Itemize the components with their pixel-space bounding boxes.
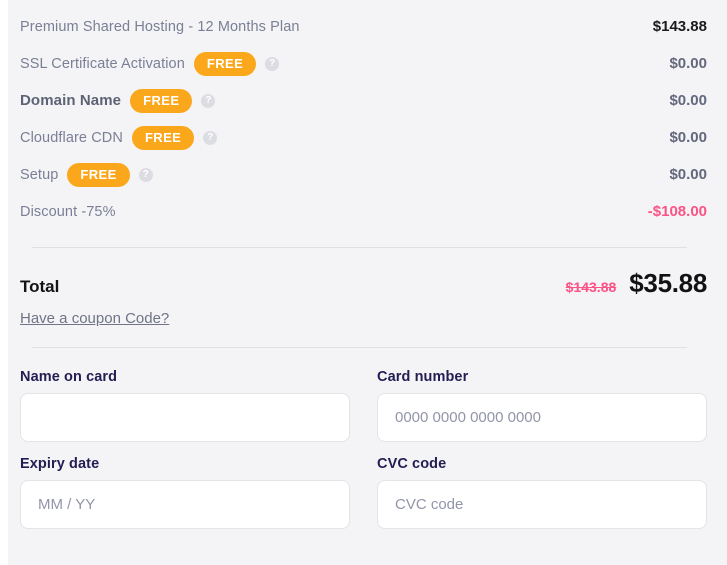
- order-line-item-left: Cloudflare CDN FREE?: [20, 125, 669, 150]
- order-line-item-price: $143.88: [652, 18, 707, 35]
- order-line-item-left: SSL Certificate Activation FREE?: [20, 51, 669, 76]
- field-name-on-card: Name on card: [20, 369, 350, 442]
- free-badge: FREE: [193, 51, 257, 76]
- order-line-item-label: Cloudflare CDN: [20, 129, 123, 146]
- name-on-card-input[interactable]: [20, 393, 350, 442]
- name-on-card-label: Name on card: [20, 369, 118, 385]
- total-row: Total $143.88 $35.88: [20, 248, 707, 299]
- order-line-item-label: Setup: [20, 166, 59, 183]
- coupon-code-link[interactable]: Have a coupon Code?: [20, 310, 169, 327]
- cvc-code-input[interactable]: [377, 480, 707, 529]
- checkout-order-panel: Premium Shared Hosting - 12 Months Plan $…: [8, 0, 727, 565]
- order-line-item-price: -$108.00: [647, 203, 707, 220]
- order-line-item-price: $0.00: [669, 92, 707, 109]
- order-summary-list: Premium Shared Hosting - 12 Months Plan $…: [20, 0, 707, 230]
- field-card-number: Card number: [377, 369, 707, 442]
- card-number-input[interactable]: [377, 393, 707, 442]
- help-question-icon[interactable]: ?: [203, 130, 218, 145]
- order-line-item-price: $0.00: [669, 166, 707, 183]
- order-line-item: Domain Name FREE? $0.00: [20, 82, 707, 119]
- card-number-label: Card number: [377, 369, 469, 385]
- order-line-item-price: $0.00: [669, 55, 707, 72]
- order-line-item-label: Premium Shared Hosting - 12 Months Plan: [20, 18, 300, 35]
- help-question-icon[interactable]: ?: [138, 167, 153, 182]
- order-line-item: Premium Shared Hosting - 12 Months Plan $…: [20, 8, 707, 45]
- total-final-price: $35.88: [629, 268, 707, 298]
- help-question-icon[interactable]: ?: [201, 93, 216, 108]
- order-line-item: Discount -75% -$108.00: [20, 193, 707, 230]
- free-badge: FREE: [131, 125, 195, 150]
- order-line-item-price: $0.00: [669, 129, 707, 146]
- order-line-item-label: SSL Certificate Activation: [20, 55, 185, 72]
- order-line-item-label: Domain Name: [20, 92, 122, 109]
- total-amounts: $143.88 $35.88: [565, 268, 708, 299]
- field-cvc-code: CVC code: [377, 442, 707, 529]
- free-badge: FREE: [130, 88, 193, 113]
- order-line-item: Setup FREE? $0.00: [20, 156, 707, 193]
- free-badge: FREE: [67, 162, 130, 187]
- order-line-item-left: Domain Name FREE?: [20, 88, 669, 113]
- order-line-item-left: Setup FREE?: [20, 162, 669, 187]
- help-question-icon[interactable]: ?: [265, 56, 280, 71]
- card-payment-form: Name on card Card number Expiry date CVC…: [20, 348, 707, 529]
- total-label: Total: [20, 277, 60, 296]
- order-line-item: Cloudflare CDN FREE? $0.00: [20, 119, 707, 156]
- order-line-item: SSL Certificate Activation FREE? $0.00: [20, 45, 707, 82]
- field-expiry-date: Expiry date: [20, 442, 350, 529]
- cvc-code-label: CVC code: [377, 456, 447, 472]
- order-line-item-left: Premium Shared Hosting - 12 Months Plan: [20, 19, 653, 35]
- expiry-date-input[interactable]: [20, 480, 350, 529]
- order-line-item-label: Discount -75%: [20, 203, 116, 220]
- order-line-item-left: Discount -75%: [20, 204, 648, 220]
- total-original-price: $143.88: [565, 279, 617, 295]
- expiry-date-label: Expiry date: [20, 456, 100, 472]
